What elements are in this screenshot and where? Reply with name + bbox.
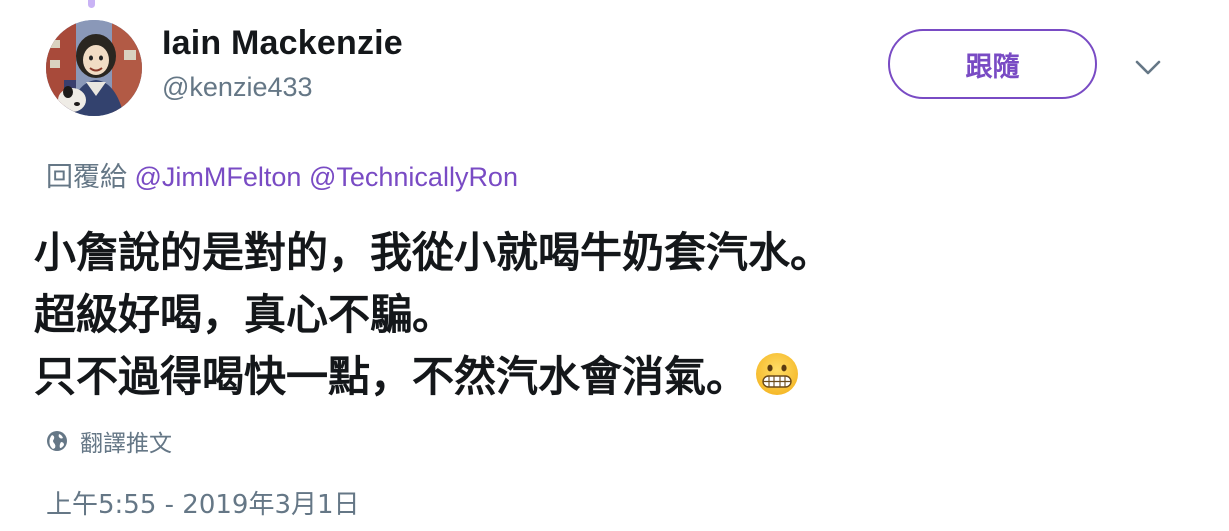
tweet-text: 小詹說的是對的，我從小就喝牛奶套汽水。 超級好喝，真心不騙。 只不過得喝快一點，… xyxy=(34,222,1194,408)
chevron-down-icon[interactable] xyxy=(1132,54,1164,82)
translate-tweet-link[interactable]: 翻譯推文 xyxy=(46,424,172,458)
reply-context: 回覆給 @JimMFelton @TechnicallyRon xyxy=(46,155,518,194)
tweet-line: 只不過得喝快一點，不然汽水會消氣。 xyxy=(34,352,749,401)
grimacing-face-emoji-icon xyxy=(754,351,800,397)
follow-button[interactable]: 跟隨 xyxy=(888,29,1097,99)
reply-prefix: 回覆給 xyxy=(46,162,127,193)
tweet-line: 超級好喝，真心不騙。 xyxy=(34,290,455,339)
tweet-line-with-emoji: 只不過得喝快一點，不然汽水會消氣。 xyxy=(34,346,1194,408)
tweet-timestamp[interactable]: 上午5:55 - 2019年3月1日 xyxy=(46,484,360,521)
user-handle[interactable]: @kenzie433 xyxy=(162,72,313,103)
globe-icon xyxy=(47,431,67,451)
scroll-indicator xyxy=(88,0,95,8)
avatar[interactable] xyxy=(46,20,142,116)
display-name[interactable]: Iain Mackenzie xyxy=(162,24,403,63)
translate-label: 翻譯推文 xyxy=(80,431,172,457)
tweet-line: 小詹說的是對的，我從小就喝牛奶套汽水。 xyxy=(34,228,833,277)
mention-link[interactable]: @TechnicallyRon xyxy=(309,162,518,192)
mention-link[interactable]: @JimMFelton xyxy=(135,162,302,192)
